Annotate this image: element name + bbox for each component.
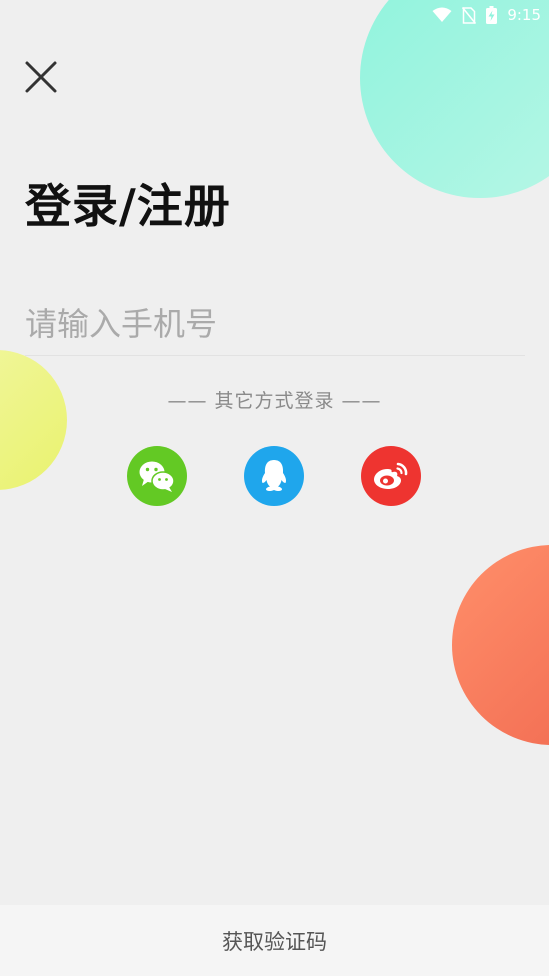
no-sim-icon <box>462 6 477 24</box>
close-button[interactable] <box>20 56 62 98</box>
wifi-icon <box>432 7 452 23</box>
page-title: 登录/注册 <box>25 179 231 233</box>
get-verification-code-button[interactable]: 获取验证码 <box>0 905 549 976</box>
other-login-label: —— 其它方式登录 —— <box>167 390 382 412</box>
wechat-login-button[interactable] <box>127 446 187 506</box>
wechat-icon <box>139 461 175 492</box>
phone-input[interactable] <box>25 292 525 356</box>
qq-icon <box>261 460 287 492</box>
decorative-bubble-orange <box>452 545 549 745</box>
qq-login-button[interactable] <box>244 446 304 506</box>
battery-charging-icon <box>486 6 498 24</box>
weibo-icon <box>374 462 408 489</box>
weibo-login-button[interactable] <box>361 446 421 506</box>
close-icon <box>25 61 57 93</box>
social-login-row <box>0 446 549 506</box>
status-bar: 9:15 <box>432 0 541 30</box>
login-screen: 9:15 登录/注册 —— 其它方式登录 —— <box>0 0 549 976</box>
status-time: 9:15 <box>507 6 541 24</box>
